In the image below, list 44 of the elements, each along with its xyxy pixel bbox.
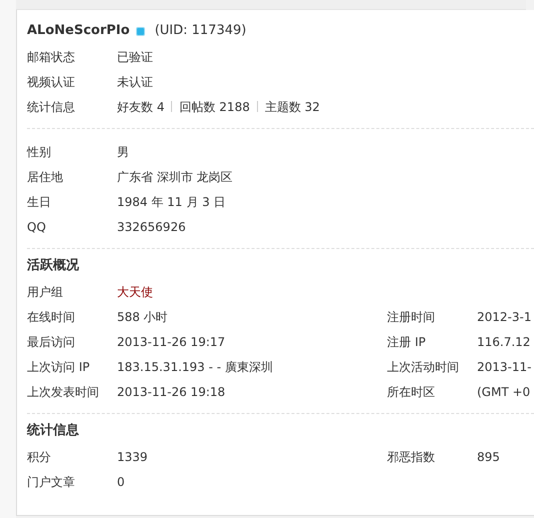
field-value: 2013-11-26 19:17 [117, 334, 226, 350]
section-heading: 统计信息 [27, 422, 80, 440]
field-label: 居住地 [27, 168, 64, 186]
field-value: 0 [117, 474, 125, 490]
field-label: 上次活动时间 [387, 358, 460, 376]
field-value: 广东省 深圳市 龙岗区 [117, 168, 233, 186]
field-label: 注册时间 [387, 308, 436, 326]
field-label: 邪恶指数 [387, 448, 436, 466]
field-value: 895 [477, 448, 500, 466]
field-label: QQ [27, 218, 47, 236]
stat-count: 主题数 32 [264, 98, 320, 116]
field-value: 未认证 [117, 74, 153, 90]
username: ALoNeScorPIo [27, 22, 130, 40]
field-value: 116.7.12 [477, 334, 530, 350]
field-value: (GMT +0 [477, 384, 530, 400]
field-label: 注册 IP [387, 334, 427, 350]
stat-count: 回帖数 2188 [179, 98, 250, 116]
field-label: 视频认证 [27, 74, 76, 90]
field-label: 上次访问 IP [27, 358, 91, 376]
field-value: 183.15.31.193 - - 廣東深圳 [117, 358, 273, 376]
field-value: 大天使 [117, 284, 153, 300]
field-label: 最后访问 [27, 334, 76, 350]
field-value: 332656926 [117, 218, 186, 236]
field-label: 性别 [27, 144, 52, 160]
field-value: 2012-3-1 [477, 308, 532, 326]
field-value: 2013-11- [477, 358, 532, 376]
field-label: 上次发表时间 [27, 384, 100, 400]
field-label: 积分 [27, 448, 52, 466]
section-heading: 活跃概况 [27, 257, 80, 276]
field-label: 生日 [27, 194, 52, 210]
field-label: 在线时间 [27, 308, 76, 326]
field-label: 所在时区 [387, 384, 436, 400]
stat-count: 好友数 4 [117, 98, 164, 116]
field-value: 2013-11-26 19:18 [117, 384, 226, 400]
field-value: 男 [117, 144, 129, 160]
field-label: 用户组 [27, 284, 64, 300]
user-id: (UID: 117349) [154, 22, 246, 40]
field-value: 1339 [117, 448, 148, 466]
field-label: 门户文章 [27, 474, 76, 490]
field-label: 统计信息 [27, 98, 76, 116]
field-value: 588 小时 [117, 308, 168, 326]
field-value: 1984 年 11 月 3 日 [117, 194, 226, 210]
field-value: 已验证 [117, 48, 153, 66]
field-label: 邮箱状态 [27, 48, 76, 66]
